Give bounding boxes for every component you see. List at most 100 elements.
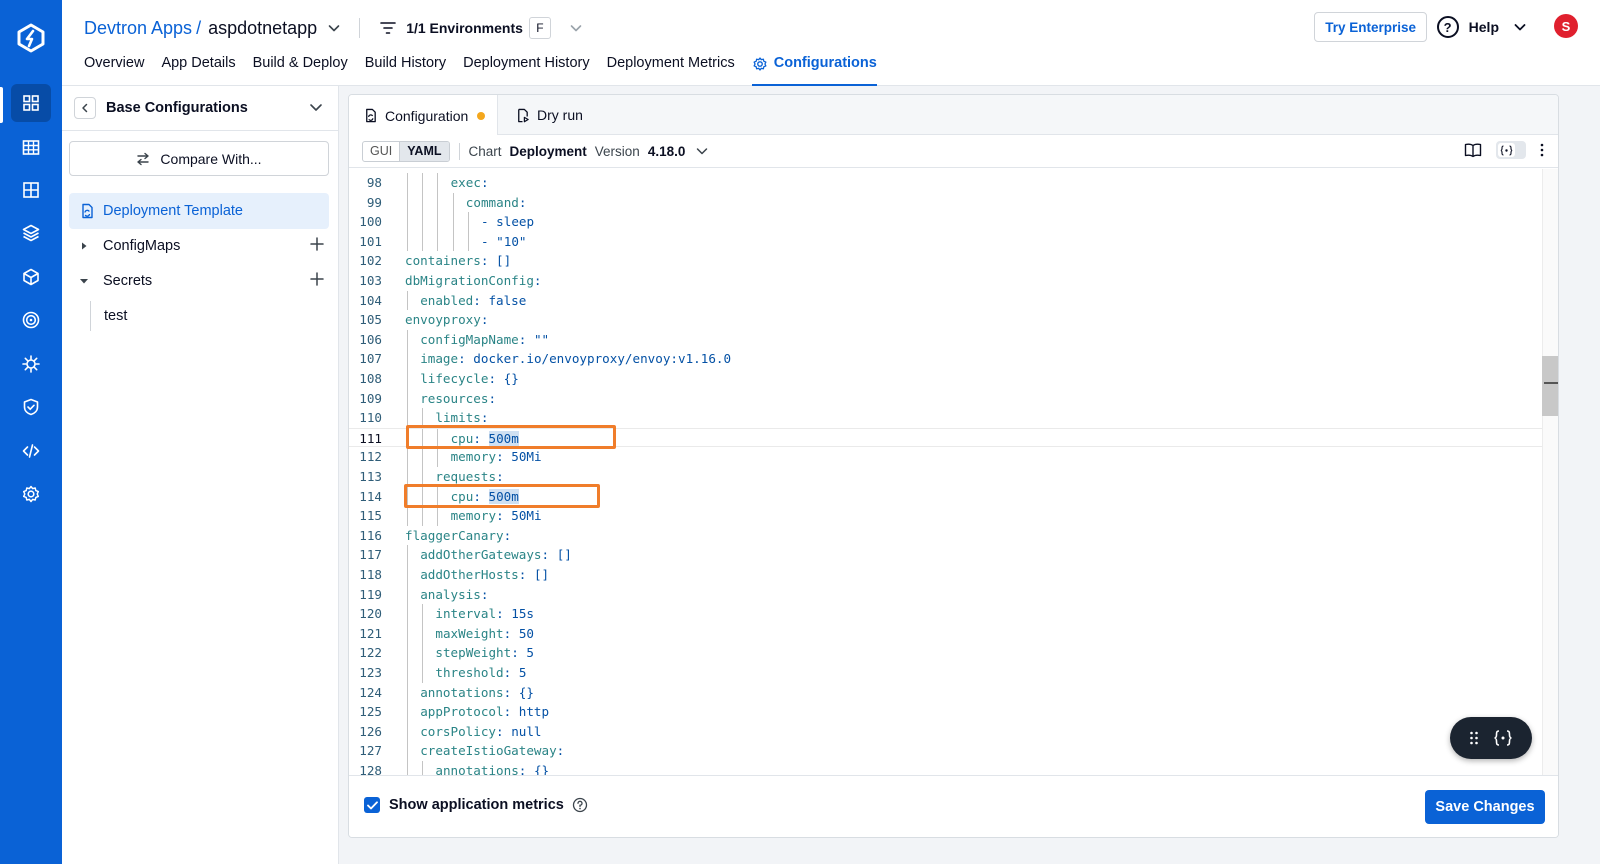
security-icon[interactable]: [11, 388, 51, 426]
save-changes-button[interactable]: Save Changes: [1425, 790, 1545, 824]
code-line[interactable]: 102 containers: []: [349, 251, 1542, 271]
yaml-separator: :: [503, 527, 512, 543]
base-configurations-chevron-down-icon[interactable]: [308, 99, 324, 115]
floating-variables-widget[interactable]: [1450, 717, 1532, 759]
tab-configurations[interactable]: Configurations: [751, 55, 877, 86]
app-groups-icon[interactable]: [11, 128, 51, 166]
code-line[interactable]: 123 threshold: 5: [349, 663, 1542, 683]
add-configmap-plus-icon[interactable]: [309, 236, 325, 252]
help-menu[interactable]: ? Help: [1436, 14, 1527, 40]
code-line[interactable]: 128 annotations: {}: [349, 761, 1542, 776]
tab-dry-run[interactable]: Dry run: [515, 95, 583, 135]
code-line[interactable]: 100 - sleep: [349, 212, 1542, 232]
code-line[interactable]: 101 - "10": [349, 231, 1542, 252]
tab-build-deploy[interactable]: Build & Deploy: [253, 55, 348, 86]
yaml-separator: :: [503, 665, 519, 680]
code-text: command:: [466, 193, 527, 213]
code-line[interactable]: 115 memory: 50Mi: [349, 506, 1542, 526]
sidebar-item-label: Secrets: [103, 273, 153, 289]
version-chevron-down-icon[interactable]: [695, 144, 709, 158]
breadcrumb-devtron-apps-link[interactable]: Devtron Apps: [84, 18, 192, 39]
show-metrics-checkbox[interactable]: [364, 797, 380, 813]
app-switcher-chevron-down-icon[interactable]: [327, 21, 341, 35]
yaml-key: enabled: [420, 292, 474, 308]
sidebar-item-configmaps[interactable]: ConfigMaps: [69, 233, 329, 259]
code-line[interactable]: 120 interval: 15s: [349, 604, 1542, 624]
code-line[interactable]: 127 createIstioGateway:: [349, 741, 1542, 761]
yaml-mode-button[interactable]: YAML: [399, 141, 449, 161]
code-line[interactable]: 107 image: docker.io/envoyproxy/envoy:v1.…: [349, 349, 1542, 369]
tab-configuration[interactable]: Configuration: [349, 95, 499, 136]
code-line[interactable]: 104 enabled: false: [349, 290, 1542, 311]
code-line[interactable]: 105 envoyproxy:: [349, 310, 1542, 330]
indent-guide: [407, 623, 408, 644]
yaml-value: "10": [496, 233, 527, 249]
indent-guide: [407, 506, 408, 526]
editor-scrollbar-thumb[interactable]: [1542, 356, 1558, 416]
line-number: 108: [359, 371, 382, 386]
code-line[interactable]: 126 corsPolicy: null: [349, 721, 1542, 742]
yaml-separator: :: [480, 253, 496, 269]
tab-build-history[interactable]: Build History: [365, 55, 446, 86]
help-circle-icon[interactable]: [572, 797, 588, 813]
tab-deployment-metrics[interactable]: Deployment Metrics: [607, 55, 735, 86]
variables-braces-icon[interactable]: [1493, 729, 1513, 747]
code-line[interactable]: 122 stepWeight: 5: [349, 643, 1542, 663]
base-configurations-header[interactable]: Base Configurations: [74, 96, 328, 120]
code-line[interactable]: 112 memory: 50Mi: [349, 447, 1542, 467]
yaml-key: analysis: [420, 586, 481, 602]
indent-guide: [407, 369, 408, 389]
chart-store-icon[interactable]: [11, 171, 51, 209]
code-line[interactable]: 106 configMapName: "": [349, 329, 1542, 350]
applications-icon[interactable]: [11, 84, 51, 122]
tab-overview[interactable]: Overview: [84, 55, 144, 86]
sidebar-item-deployment-template[interactable]: Deployment Template: [69, 193, 329, 229]
code-line[interactable]: 124 annotations: {}: [349, 682, 1542, 703]
sidebar-item-secret-test[interactable]: test: [90, 301, 127, 331]
tab-deployment-history[interactable]: Deployment History: [463, 55, 590, 86]
drag-handle-icon[interactable]: [1469, 730, 1479, 746]
editor-scrollbar[interactable]: [1542, 169, 1558, 776]
code-line[interactable]: 121 maxWeight: 50: [349, 623, 1542, 644]
code-line[interactable]: 125 appProtocol: http: [349, 702, 1542, 722]
gui-mode-button[interactable]: GUI: [363, 142, 399, 161]
global-configurations-icon[interactable]: [11, 475, 51, 513]
environment-chevron-down-icon[interactable]: [569, 21, 583, 35]
resource-browser-icon[interactable]: [11, 214, 51, 252]
back-chevron-left-icon[interactable]: [74, 97, 96, 119]
code-text: - "10": [481, 232, 527, 252]
code-text: enabled: false: [420, 291, 526, 311]
code-line[interactable]: 118 addOtherHosts: []: [349, 565, 1542, 585]
code-line[interactable]: 116 flaggerCanary:: [349, 526, 1542, 546]
yaml-code-editor[interactable]: 98 exec: 99 command: 100 - sleep 101 - "10" 102 c…: [349, 169, 1558, 776]
open-book-icon[interactable]: [1464, 142, 1482, 158]
code-line[interactable]: 117 addOtherGateways: []: [349, 545, 1542, 565]
user-avatar[interactable]: S: [1554, 14, 1578, 38]
indent-guide: [422, 192, 424, 213]
sidebar-item-secrets[interactable]: Secrets: [69, 268, 329, 294]
try-enterprise-button[interactable]: Try Enterprise: [1314, 12, 1427, 42]
code-line[interactable]: 119 analysis:: [349, 584, 1542, 605]
add-secret-plus-icon[interactable]: [309, 271, 325, 287]
indent-guide: [422, 447, 424, 467]
yaml-value: 5: [526, 645, 534, 661]
code-line[interactable]: 98 exec:: [349, 173, 1542, 193]
code-icon[interactable]: [11, 432, 51, 470]
bulk-edit-icon[interactable]: [11, 345, 51, 383]
show-application-metrics[interactable]: Show application metrics: [364, 797, 588, 813]
code-line[interactable]: 103 dbMigrationConfig:: [349, 271, 1542, 291]
version-selector[interactable]: 4.18.0: [648, 144, 686, 159]
devtron-logo-icon[interactable]: [13, 20, 49, 56]
infrastructure-icon[interactable]: [11, 258, 51, 296]
variables-toggle[interactable]: [1496, 141, 1526, 159]
yaml-value: 5: [518, 665, 527, 680]
compare-with-button[interactable]: Compare With...: [69, 141, 329, 176]
tab-app-details[interactable]: App Details: [161, 55, 235, 86]
environment-filter[interactable]: 1/1 Environments F: [380, 17, 583, 39]
yaml-separator: -: [481, 233, 497, 249]
deployment-window-icon[interactable]: [11, 301, 51, 339]
more-options-icon[interactable]: [1540, 143, 1544, 157]
code-line[interactable]: 109 resources:: [349, 388, 1542, 409]
code-line[interactable]: 99 command:: [349, 192, 1542, 213]
code-line[interactable]: 108 lifecycle: {}: [349, 369, 1542, 389]
